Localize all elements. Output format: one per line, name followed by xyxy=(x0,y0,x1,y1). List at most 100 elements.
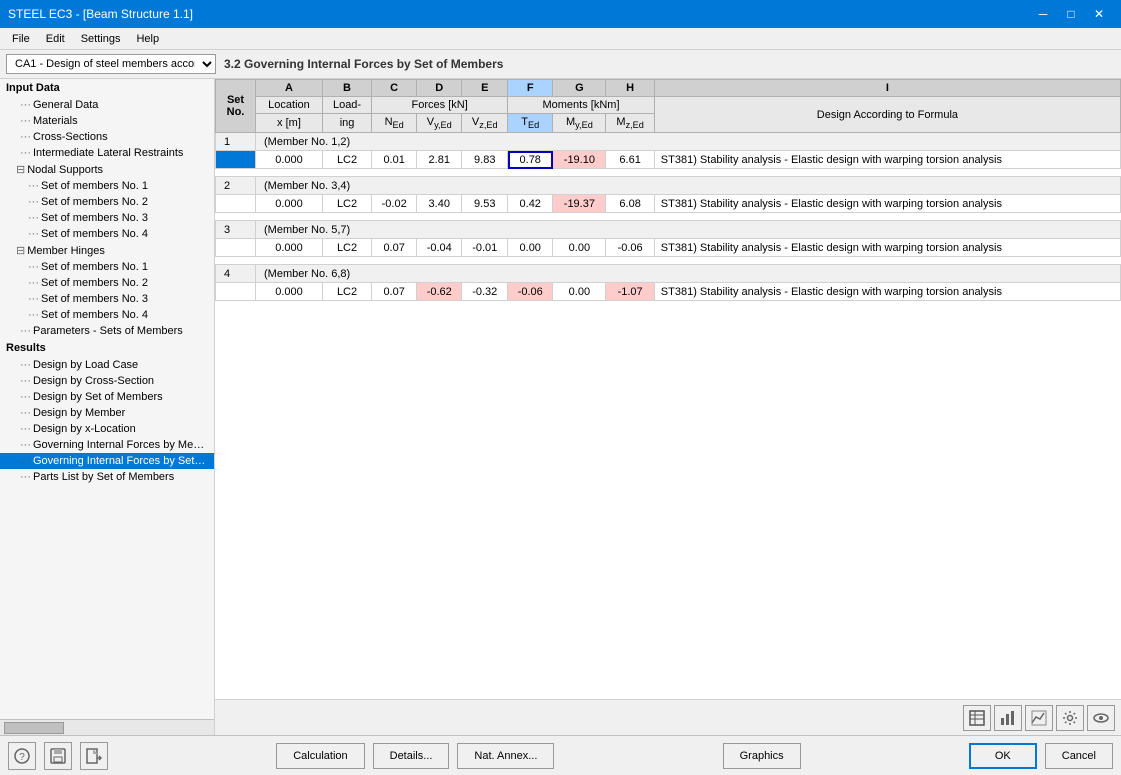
table-row-empty xyxy=(216,257,1121,265)
row-mzed-4: -1.07 xyxy=(606,283,654,301)
minimize-button[interactable]: ─ xyxy=(1029,0,1057,28)
ok-button[interactable]: OK xyxy=(969,743,1037,769)
row-vzed-3: -0.01 xyxy=(462,239,508,257)
table-row[interactable]: 0.000 LC2 0.07 -0.04 -0.01 0.00 0.00 -0.… xyxy=(216,239,1121,257)
set-num-1: 1 xyxy=(216,133,256,151)
col-letter-e: E xyxy=(462,80,508,97)
data-table: SetNo. A B C D E F G H I Location xyxy=(215,79,1121,301)
details-button[interactable]: Details... xyxy=(373,743,450,769)
tree-lateral-restraints[interactable]: ···Intermediate Lateral Restraints xyxy=(0,145,214,161)
row-vyed-4: -0.62 xyxy=(417,283,462,301)
row-set-1 xyxy=(216,151,256,169)
menu-edit[interactable]: Edit xyxy=(38,31,73,47)
menu-settings[interactable]: Settings xyxy=(73,31,129,47)
table-wrapper[interactable]: SetNo. A B C D E F G H I Location xyxy=(215,79,1121,699)
row-vyed-2: 3.40 xyxy=(417,195,462,213)
ca-dropdown[interactable]: CA1 - Design of steel members accordi... xyxy=(6,54,216,74)
tree-nodal-set2[interactable]: ···Set of members No. 2 xyxy=(0,194,214,210)
title-bar: STEEL EC3 - [Beam Structure 1.1] ─ □ ✕ xyxy=(0,0,1121,28)
calculation-button[interactable]: Calculation xyxy=(276,743,364,769)
row-myed-3: 0.00 xyxy=(553,239,606,257)
menu-file[interactable]: File xyxy=(4,31,38,47)
col-header-myed: My,Ed xyxy=(553,114,606,133)
row-loc-1: 0.000 xyxy=(256,151,323,169)
table-row[interactable]: 0.000 LC2 -0.02 3.40 9.53 0.42 -19.37 6.… xyxy=(216,195,1121,213)
right-panel: SetNo. A B C D E F G H I Location xyxy=(215,79,1121,735)
row-ned-3: 0.07 xyxy=(372,239,417,257)
row-formula-3: ST381) Stability analysis - Elastic desi… xyxy=(654,239,1120,257)
left-panel: Input Data ···General Data ···Materials … xyxy=(0,79,215,735)
maximize-button[interactable]: □ xyxy=(1057,0,1085,28)
tree-cross-sections[interactable]: ···Cross-Sections xyxy=(0,129,214,145)
col-header-ing: ing xyxy=(322,114,371,133)
table-row-empty xyxy=(216,213,1121,221)
row-mzed-1: 6.61 xyxy=(606,151,654,169)
close-button[interactable]: ✕ xyxy=(1085,0,1113,28)
row-loc-2: 0.000 xyxy=(256,195,323,213)
tree-materials[interactable]: ···Materials xyxy=(0,113,214,129)
row-vyed-1: 2.81 xyxy=(417,151,462,169)
tree-hinge-set1[interactable]: ···Set of members No. 1 xyxy=(0,259,214,275)
table-row[interactable]: 0.000 LC2 0.07 -0.62 -0.32 -0.06 0.00 -1… xyxy=(216,283,1121,301)
row-ned-2: -0.02 xyxy=(372,195,417,213)
tree-result-load-case[interactable]: ···Design by Load Case xyxy=(0,357,214,373)
table-row[interactable]: 0.000 LC2 0.01 2.81 9.83 0.78 -19.10 6.6… xyxy=(216,151,1121,169)
row-loc-3: 0.000 xyxy=(256,239,323,257)
tree-nodal-set3[interactable]: ···Set of members No. 3 xyxy=(0,210,214,226)
col-letter-a: A xyxy=(256,80,323,97)
row-set-4 xyxy=(216,283,256,301)
tree-hinge-set4[interactable]: ···Set of members No. 4 xyxy=(0,307,214,323)
row-vzed-4: -0.32 xyxy=(462,283,508,301)
tree-result-parts-list[interactable]: ···Parts List by Set of Members xyxy=(0,469,214,485)
section-title: 3.2 Governing Internal Forces by Set of … xyxy=(224,57,503,71)
tree-result-set-of-members[interactable]: ···Design by Set of Members xyxy=(0,389,214,405)
row-vyed-3: -0.04 xyxy=(417,239,462,257)
toolbar-btn-table[interactable] xyxy=(963,705,991,731)
cancel-button[interactable]: Cancel xyxy=(1045,743,1113,769)
table-row: 4 (Member No. 6,8) xyxy=(216,265,1121,283)
toolbar-btn-chart[interactable] xyxy=(994,705,1022,731)
row-ted-2: 0.42 xyxy=(508,195,553,213)
nat-annex-button[interactable]: Nat. Annex... xyxy=(457,743,554,769)
tree-general-data[interactable]: ···General Data xyxy=(0,97,214,113)
tree-nodal-set1[interactable]: ···Set of members No. 1 xyxy=(0,178,214,194)
toolbar-btn-settings[interactable] xyxy=(1056,705,1084,731)
col-header-set: SetNo. xyxy=(216,80,256,133)
tree-result-by-x-location[interactable]: ···Design by x-Location xyxy=(0,421,214,437)
set-num-4: 4 xyxy=(216,265,256,283)
menu-bar: File Edit Settings Help xyxy=(0,28,1121,50)
left-scrollbar[interactable] xyxy=(0,719,214,735)
window-controls: ─ □ ✕ xyxy=(1029,0,1113,28)
col-header-x: x [m] xyxy=(256,114,323,133)
tree-hinge-set3[interactable]: ···Set of members No. 3 xyxy=(0,291,214,307)
right-toolbar xyxy=(215,699,1121,735)
tree-result-cross-section[interactable]: ···Design by Cross-Section xyxy=(0,373,214,389)
save-button[interactable] xyxy=(44,742,72,770)
table-row: 3 (Member No. 5,7) xyxy=(216,221,1121,239)
tree-result-governing-member[interactable]: ···Governing Internal Forces by Member xyxy=(0,437,214,453)
col-header-moments: Moments [kNm] xyxy=(508,97,655,114)
col-header-ned: NEd xyxy=(372,114,417,133)
group-label-3: (Member No. 5,7) xyxy=(256,221,1121,239)
tree-result-by-member[interactable]: ···Design by Member xyxy=(0,405,214,421)
tree-result-governing-set[interactable]: ···Governing Internal Forces by Set of M… xyxy=(0,453,214,469)
row-mzed-3: -0.06 xyxy=(606,239,654,257)
set-num-2: 2 xyxy=(216,177,256,195)
graphics-button[interactable]: Graphics xyxy=(723,743,801,769)
tree-parameters[interactable]: ···Parameters - Sets of Members xyxy=(0,323,214,339)
row-formula-1: ST381) Stability analysis - Elastic desi… xyxy=(654,151,1120,169)
export-button[interactable] xyxy=(80,742,108,770)
scroll-thumb[interactable] xyxy=(4,722,64,734)
tree-hinge-set2[interactable]: ···Set of members No. 2 xyxy=(0,275,214,291)
tree-nodal-supports[interactable]: ⊟Nodal Supports xyxy=(0,161,214,178)
help-icon-button[interactable]: ? xyxy=(8,742,36,770)
tree-member-hinges[interactable]: ⊟Member Hinges xyxy=(0,242,214,259)
window-title: STEEL EC3 - [Beam Structure 1.1] xyxy=(8,7,193,21)
col-header-vzed: Vz,Ed xyxy=(462,114,508,133)
tree-nodal-set4[interactable]: ···Set of members No. 4 xyxy=(0,226,214,242)
toolbar-btn-view[interactable] xyxy=(1087,705,1115,731)
toolbar-btn-graph[interactable] xyxy=(1025,705,1053,731)
row-ted-3: 0.00 xyxy=(508,239,553,257)
col-letter-d: D xyxy=(417,80,462,97)
menu-help[interactable]: Help xyxy=(128,31,167,47)
